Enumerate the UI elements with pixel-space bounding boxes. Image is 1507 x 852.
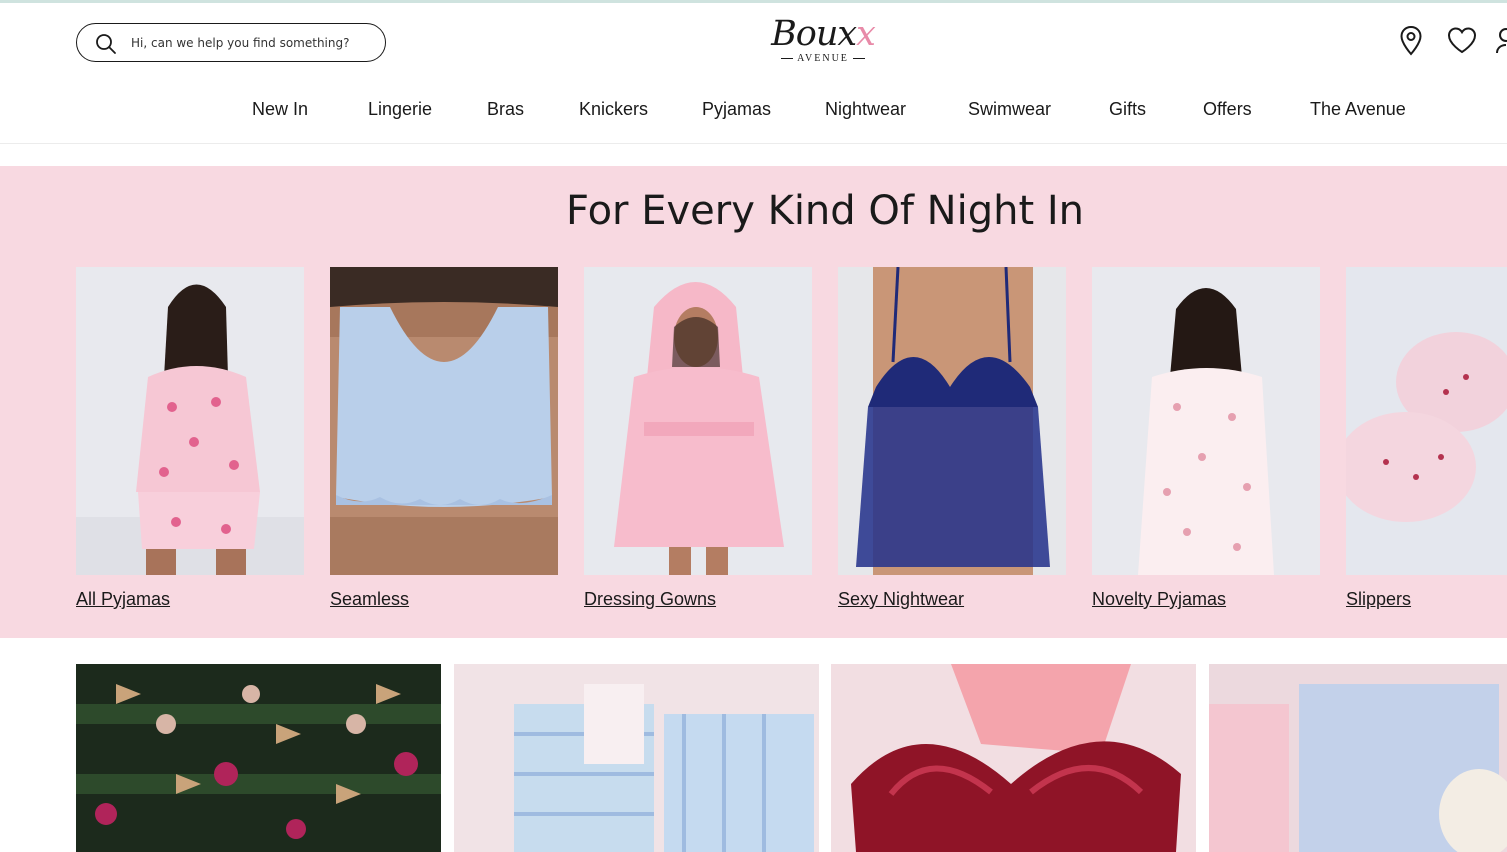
location-pin-icon[interactable]	[1396, 25, 1426, 57]
nav-bras[interactable]: Bras	[487, 99, 524, 120]
section-title: For Every Kind Of Night In	[565, 188, 1084, 234]
site-header: Bouxx AVENUE New In Lingerie Bras Knicke…	[0, 3, 1507, 144]
account-icon[interactable]	[1494, 25, 1507, 57]
nav-lingerie[interactable]: Lingerie	[368, 99, 432, 120]
category-card-slippers[interactable]: Slippers	[1346, 267, 1507, 609]
product-image[interactable]	[76, 267, 304, 575]
search-bar[interactable]	[76, 23, 386, 62]
product-image[interactable]	[838, 267, 1066, 575]
nav-nightwear[interactable]: Nightwear	[825, 99, 906, 120]
category-card-novelty-pyjamas[interactable]: Novelty Pyjamas	[1092, 267, 1320, 609]
promo-tile-christmas[interactable]	[76, 664, 441, 852]
product-image[interactable]	[584, 267, 812, 575]
promo-tile-seamless-set[interactable]	[1209, 664, 1507, 852]
card-label[interactable]: Novelty Pyjamas	[1092, 589, 1226, 610]
card-label[interactable]: All Pyjamas	[76, 589, 170, 610]
nav-swimwear[interactable]: Swimwear	[968, 99, 1051, 120]
main-navigation: New In Lingerie Bras Knickers Pyjamas Ni…	[0, 99, 1507, 129]
category-card-dressing-gowns[interactable]: Dressing Gowns	[584, 267, 812, 609]
product-image[interactable]	[1092, 267, 1320, 575]
nav-the-avenue[interactable]: The Avenue	[1310, 99, 1406, 120]
nav-new-in[interactable]: New In	[252, 99, 308, 120]
logo-wordmark: Bouxx	[771, 14, 876, 54]
card-label[interactable]: Slippers	[1346, 589, 1411, 610]
nav-knickers[interactable]: Knickers	[579, 99, 648, 120]
product-image[interactable]	[1346, 267, 1507, 575]
card-label[interactable]: Seamless	[330, 589, 409, 610]
nav-gifts[interactable]: Gifts	[1109, 99, 1146, 120]
card-label[interactable]: Sexy Nightwear	[838, 589, 964, 610]
promo-tile-gingham-pyjamas[interactable]	[454, 664, 819, 852]
search-input[interactable]	[129, 32, 373, 54]
promo-tile-red-lace-bra[interactable]	[831, 664, 1196, 852]
nav-offers[interactable]: Offers	[1203, 99, 1252, 120]
product-image[interactable]	[330, 267, 558, 575]
nav-pyjamas[interactable]: Pyjamas	[702, 99, 771, 120]
site-logo[interactable]: Bouxx AVENUE	[768, 15, 878, 75]
card-label[interactable]: Dressing Gowns	[584, 589, 716, 610]
heart-icon[interactable]	[1446, 25, 1478, 57]
category-card-seamless[interactable]: Seamless	[330, 267, 558, 609]
logo-subtitle: AVENUE	[768, 53, 878, 65]
category-card-sexy-nightwear[interactable]: Sexy Nightwear	[838, 267, 1066, 609]
category-card-all-pyjamas[interactable]: All Pyjamas	[76, 267, 304, 609]
search-icon[interactable]	[95, 33, 117, 55]
